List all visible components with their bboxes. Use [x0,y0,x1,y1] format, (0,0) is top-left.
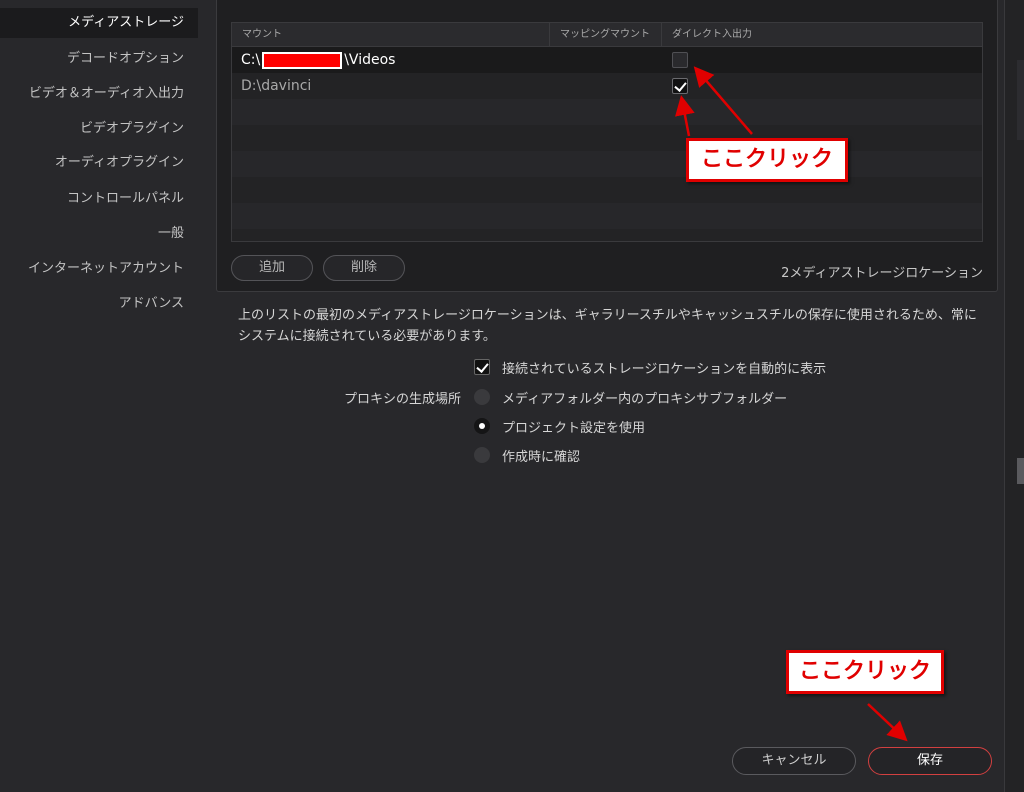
sidebar-item-general[interactable]: 一般 [158,219,184,249]
location-count-label: 2メディアストレージロケーション [781,266,983,281]
sidebar-item-audio-plugins[interactable]: オーディオプラグイン [55,148,184,178]
add-button[interactable]: 追加 [231,255,313,281]
cancel-button[interactable]: キャンセル [732,747,856,775]
annotation-callout-direct-io: ここクリック [686,138,848,182]
proxy-option-label: メディアフォルダー内のプロキシサブフォルダー [502,391,788,407]
media-storage-panel: マウント マッピングマウント ダイレクト入出力 C:\ \Videos D:\da… [216,0,998,292]
table-row[interactable]: C:\ \Videos [232,47,982,73]
table-row[interactable]: D:\davinci [232,73,982,99]
auto-show-label: 接続されているストレージロケーションを自動的に表示 [502,361,827,377]
proxy-radio-project-settings[interactable] [474,418,490,434]
mount-path-suffix: \Videos [344,52,396,68]
table-row-empty [232,99,982,125]
background-window-edge [1004,0,1024,792]
direct-io-checkbox[interactable] [672,52,688,68]
proxy-option-ask-on-create[interactable]: 作成時に確認 [474,445,580,465]
proxy-radio-subfolder[interactable] [474,389,490,405]
proxy-option-project-settings[interactable]: プロジェクト設定を使用 [474,416,645,436]
preferences-sidebar: メディアストレージ デコードオプション ビデオ＆オーディオ入出力 ビデオプラグイ… [0,0,198,792]
column-header-mount[interactable]: マウント [232,23,550,47]
direct-io-checkbox[interactable] [672,78,688,94]
table-row-empty [232,151,982,177]
mount-table-header: マウント マッピングマウント ダイレクト入出力 [232,23,982,47]
arrow-to-save-button [867,703,908,742]
table-row-empty [232,229,982,241]
mount-path: D:\davinci [241,78,312,94]
proxy-option-subfolder[interactable]: メディアフォルダー内のプロキシサブフォルダー [474,387,787,407]
table-row-empty [232,125,982,151]
table-row-empty [232,177,982,203]
auto-show-checkbox[interactable] [474,359,490,375]
column-header-mapped-mount[interactable]: マッピングマウント [550,23,662,47]
proxy-option-label: プロジェクト設定を使用 [502,420,646,436]
redaction-box [262,51,343,69]
delete-button[interactable]: 削除 [323,255,405,281]
column-header-direct-io[interactable]: ダイレクト入出力 [662,23,982,47]
sidebar-item-video-audio-io[interactable]: ビデオ＆オーディオ入出力 [29,79,184,109]
storage-info-text: 上のリストの最初のメディアストレージロケーションは、ギャラリースチルやキャッシュ… [238,308,977,344]
sidebar-item-advanced[interactable]: アドバンス [119,289,184,319]
sidebar-item-internet-accounts[interactable]: インターネットアカウント [28,254,184,284]
sidebar-item-decode-options[interactable]: デコードオプション [67,44,184,74]
proxy-location-label: プロキシの生成場所 [344,392,462,407]
sidebar-item-video-plugins[interactable]: ビデオプラグイン [80,114,184,144]
proxy-option-label: 作成時に確認 [502,449,581,465]
sidebar-item-media-storage[interactable]: メディアストレージ [0,8,198,38]
annotation-callout-save: ここクリック [786,650,944,694]
auto-show-option[interactable]: 接続されているストレージロケーションを自動的に表示 [474,357,826,377]
sidebar-item-control-panels[interactable]: コントロールパネル [67,184,184,214]
mount-path-prefix: C:\ [241,52,261,68]
proxy-radio-ask-on-create[interactable] [474,447,490,463]
save-button[interactable]: 保存 [868,747,992,775]
mount-table: マウント マッピングマウント ダイレクト入出力 C:\ \Videos D:\da… [231,22,983,242]
table-row-empty [232,203,982,229]
mount-path: C:\ \Videos [241,47,395,73]
